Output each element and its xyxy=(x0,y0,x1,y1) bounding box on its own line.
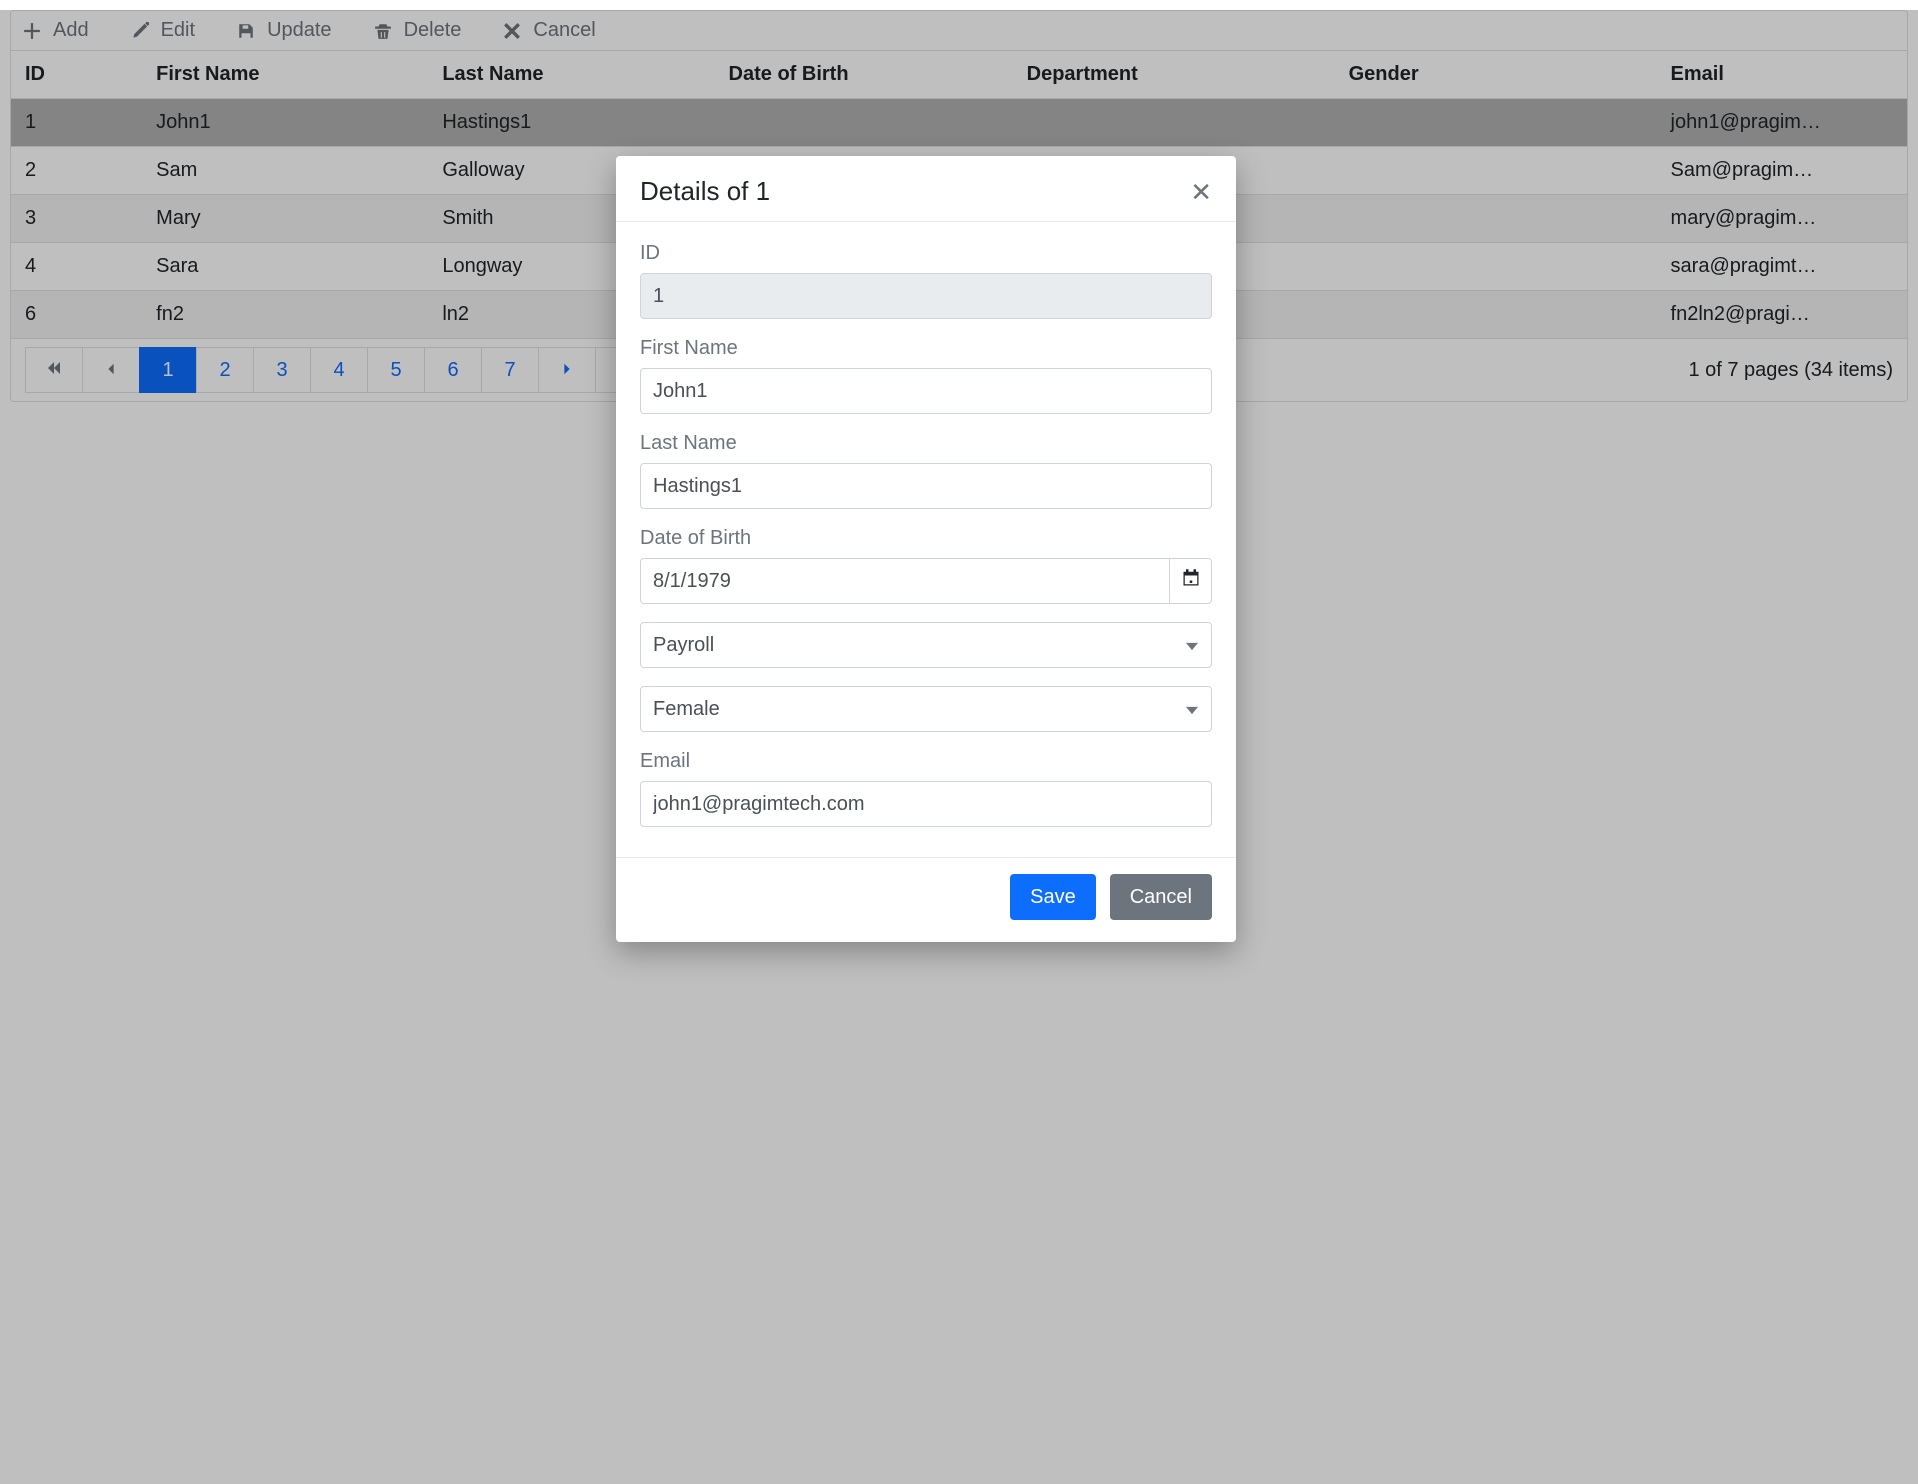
save-button[interactable]: Save xyxy=(1010,874,1096,920)
department-select[interactable] xyxy=(640,622,1212,668)
dialog-close-button[interactable]: ✕ xyxy=(1190,179,1212,205)
id-field xyxy=(640,273,1212,319)
dialog-body: ID First Name Last Name Date of Birth xyxy=(616,222,1236,857)
dialog-title: Details of 1 xyxy=(640,176,770,207)
dob-label: Date of Birth xyxy=(640,527,1212,550)
email-field[interactable] xyxy=(640,781,1212,827)
first-name-label: First Name xyxy=(640,337,1212,360)
cancel-dialog-button[interactable]: Cancel xyxy=(1110,874,1212,920)
gender-select[interactable] xyxy=(640,686,1212,732)
email-label: Email xyxy=(640,750,1212,773)
dialog-header: Details of 1 ✕ xyxy=(616,156,1236,222)
calendar-icon xyxy=(1181,568,1201,594)
details-dialog: Details of 1 ✕ ID First Name Last Name D… xyxy=(616,156,1236,942)
dialog-footer: Save Cancel xyxy=(616,857,1236,942)
close-icon: ✕ xyxy=(1190,177,1212,207)
dob-field[interactable] xyxy=(640,558,1169,604)
last-name-label: Last Name xyxy=(640,432,1212,455)
first-name-field[interactable] xyxy=(640,368,1212,414)
id-label: ID xyxy=(640,242,1212,265)
dob-calendar-button[interactable] xyxy=(1169,558,1212,604)
last-name-field[interactable] xyxy=(640,463,1212,509)
